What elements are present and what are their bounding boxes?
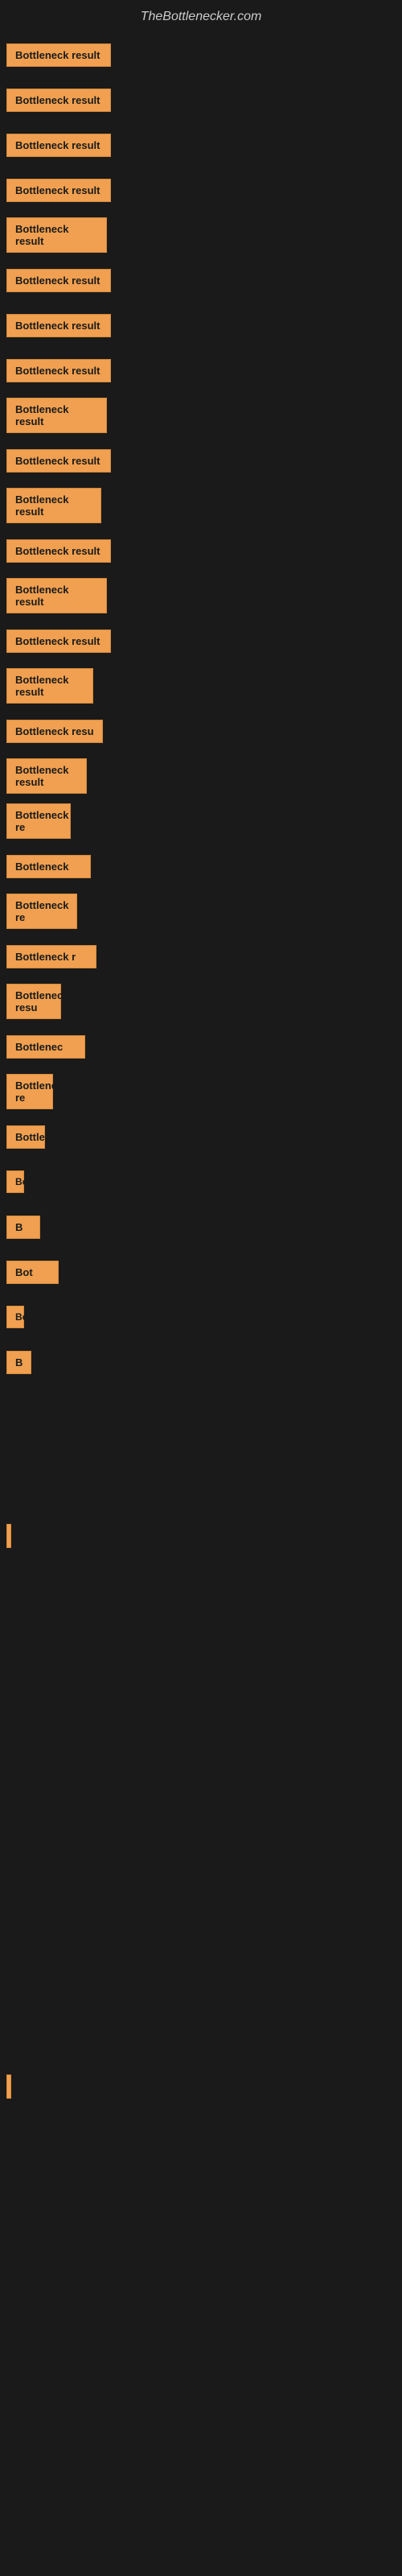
spacer-row (0, 1602, 402, 1644)
list-item: Bottleneck result (0, 259, 402, 301)
spacer-row (0, 1470, 402, 1512)
list-item: Bottlen (0, 1296, 402, 1338)
bottleneck-label: Bottleneck re (6, 1074, 53, 1109)
spacer-row (0, 1937, 402, 1979)
spacer-row (0, 1386, 402, 1428)
bottom-tiny-bar-row (6, 2066, 402, 2107)
tiny-bar-row (6, 1515, 402, 1557)
bottleneck-label: Bottleneck result (6, 89, 111, 112)
list-item: B (0, 1206, 402, 1248)
bottleneck-label: Bottle (6, 1125, 45, 1149)
bottleneck-label: Bottleneck result (6, 134, 111, 157)
list-item: Bottleneck result (0, 169, 402, 211)
bottleneck-label: Bottleneck result (6, 314, 111, 337)
bottleneck-label: Bottleneck result (6, 758, 87, 794)
spacer-row (0, 1686, 402, 1728)
list-item: Bottleneck result (0, 575, 402, 617)
bottleneck-label: Bott (6, 1170, 24, 1193)
bottleneck-label: Bottleneck result (6, 630, 111, 653)
list-item: Bottleneck result (0, 394, 402, 436)
spacer-row (0, 1853, 402, 1895)
list-item: B (0, 1341, 402, 1383)
bottleneck-label: Bottleneck resu (6, 720, 103, 743)
bottleneck-label: Bottleneck result (6, 359, 111, 382)
bottom-tiny-bar-indicator (6, 2074, 11, 2099)
list-item: Bottleneck result (0, 34, 402, 76)
bottleneck-label: Bottleneck result (6, 269, 111, 292)
list-item: Bottleneck result (0, 440, 402, 481)
list-item: Bott (0, 1161, 402, 1203)
list-item: Bottleneck re (0, 890, 402, 932)
list-item: Bottleneck result (0, 304, 402, 346)
site-title: TheBottlenecker.com (0, 3, 402, 31)
bottleneck-label: Bottleneck result (6, 43, 111, 67)
bottleneck-label: Bottleneck result (6, 578, 107, 613)
bottleneck-label: Bottleneck re (6, 803, 71, 839)
bottleneck-label: Bottlenec (6, 1035, 85, 1059)
list-item: Bottleneck result (0, 620, 402, 662)
list-item: Bot (0, 1251, 402, 1293)
list-item: Bottlenec (0, 1026, 402, 1067)
bottleneck-label: Bottleneck result (6, 398, 107, 433)
bottleneck-label: B (6, 1351, 31, 1374)
spacer-row (0, 1728, 402, 1769)
bottleneck-label: Bottleneck r (6, 945, 96, 968)
bottleneck-label: Bottleneck resu (6, 984, 61, 1019)
bottleneck-label: Bottleneck result (6, 217, 107, 253)
list-item: Bottleneck result (0, 485, 402, 526)
list-item: Bottleneck re (0, 1071, 402, 1113)
list-item: Bottleneck (0, 845, 402, 887)
tiny-bar-indicator (6, 1524, 11, 1548)
spacer-row (0, 1644, 402, 1686)
bottleneck-label: Bot (6, 1261, 59, 1284)
spacer-row (0, 1428, 402, 1470)
bottleneck-label: Bottleneck result (6, 488, 101, 523)
list-item: Bottleneck result (0, 665, 402, 707)
spacer-row (0, 1979, 402, 2021)
list-item: Bottle (0, 1116, 402, 1158)
list-item: Bottleneck result (0, 214, 402, 256)
list-item: Bottleneck result (0, 124, 402, 166)
bottleneck-label: B (6, 1216, 40, 1239)
page-container: TheBottlenecker.com Bottleneck result Bo… (0, 0, 402, 2107)
bottleneck-label: Bottlen (6, 1306, 24, 1328)
spacer-row (0, 1895, 402, 1937)
spacer-row (0, 2021, 402, 2062)
bottleneck-label: Bottleneck re (6, 894, 77, 929)
spacer-row (0, 1769, 402, 1811)
list-item: Bottleneck resu (0, 710, 402, 752)
list-item: Bottleneck result (0, 349, 402, 391)
bottleneck-label: Bottleneck (6, 855, 91, 878)
bottleneck-label: Bottleneck result (6, 179, 111, 202)
bottleneck-label: Bottleneck result (6, 539, 111, 563)
list-item: Bottleneck result (0, 530, 402, 572)
list-item: Bottleneck resu (0, 980, 402, 1022)
list-item: Bottleneck result (0, 755, 402, 797)
list-item: Bottleneck result (0, 79, 402, 121)
spacer-row (0, 1811, 402, 1853)
list-item: Bottleneck re (0, 800, 402, 842)
spacer-row (0, 1560, 402, 1602)
bottleneck-label: Bottleneck result (6, 449, 111, 473)
list-item: Bottleneck r (0, 935, 402, 977)
bottleneck-label: Bottleneck result (6, 668, 93, 704)
